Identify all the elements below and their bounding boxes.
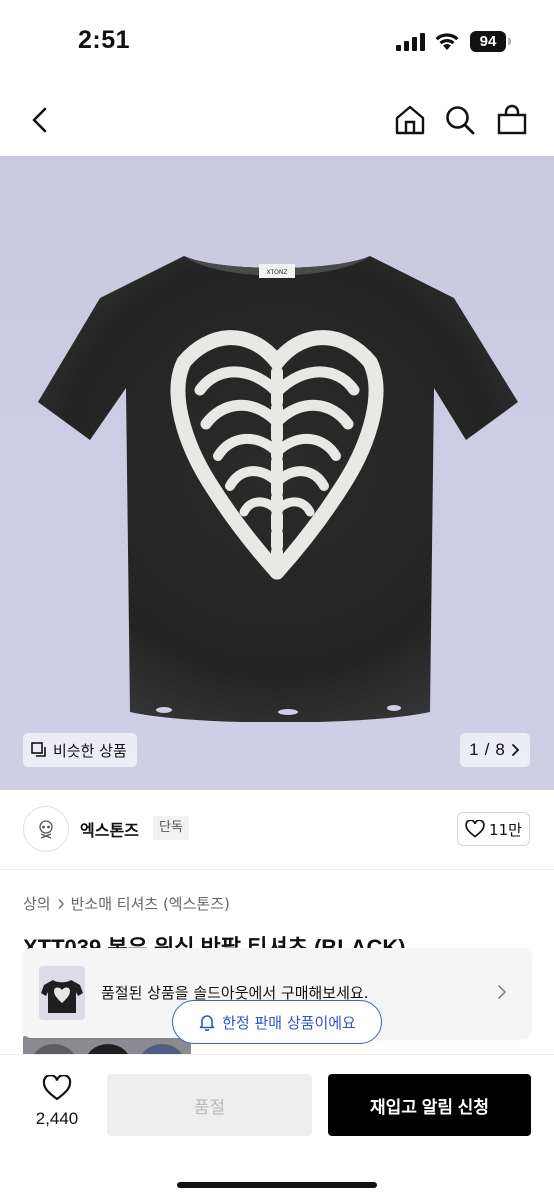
svg-text:XTONZ: XTONZ [267, 269, 288, 276]
store-name[interactable]: 엑스톤즈 [80, 817, 139, 841]
cellular-signal-icon [396, 33, 425, 51]
heart-icon [465, 820, 485, 838]
store-info-row: 엑스톤즈 단독 11만 [0, 790, 554, 870]
pager-current: 1 [469, 740, 479, 759]
battery-indicator: 94 [470, 31, 506, 52]
banner-product-thumbnail [39, 966, 85, 1020]
top-navigation [0, 84, 554, 156]
breadcrumb: 상의 반소매 티셔츠 (엑스톤즈) [23, 893, 230, 914]
heart-icon [42, 1074, 72, 1101]
store-like-count: 11만 [489, 820, 522, 839]
chevron-right-icon [498, 985, 507, 999]
similar-products-label: 비슷한 상품 [53, 741, 127, 760]
pager-separator: / [484, 740, 490, 759]
wishlist-button[interactable]: 2,440 [22, 1074, 92, 1129]
bottom-action-bar: 2,440 품절 재입고 알림 신청 [0, 1054, 554, 1200]
store-like-button[interactable]: 11만 [457, 812, 530, 846]
skull-logo-icon [39, 820, 53, 839]
pager-total: 8 [495, 740, 505, 759]
breadcrumb-item-subcategory[interactable]: 반소매 티셔츠 (엑스톤즈) [71, 893, 230, 914]
soldout-button: 품절 [107, 1074, 312, 1136]
product-detail-page: 2:51 94 XTONZ 비슷한 상품 1 / 8 엑스톤즈 단독 11만 상… [0, 0, 554, 1200]
search-icon[interactable] [444, 104, 476, 136]
similar-products-button[interactable]: 비슷한 상품 [23, 733, 137, 767]
shopping-bag-icon[interactable] [496, 104, 528, 136]
status-time: 2:51 [78, 26, 131, 54]
store-logo[interactable] [23, 806, 69, 852]
bell-icon [199, 1015, 215, 1031]
back-icon[interactable] [24, 104, 56, 136]
battery-tip [508, 38, 511, 45]
restock-alert-button[interactable]: 재입고 알림 신청 [328, 1074, 531, 1136]
tshirt-thumbnail-icon [41, 980, 83, 1013]
chevron-right-icon [511, 744, 520, 756]
similar-products-icon [31, 742, 46, 757]
exclusive-badge: 단독 [153, 816, 189, 840]
product-image: XTONZ [38, 256, 518, 722]
breadcrumb-item-category[interactable]: 상의 [23, 893, 51, 914]
home-indicator[interactable] [177, 1182, 377, 1188]
image-pager[interactable]: 1 / 8 [460, 733, 530, 767]
status-bar: 2:51 94 [0, 0, 554, 84]
wishlist-count: 2,440 [35, 1109, 79, 1128]
home-icon[interactable] [394, 104, 426, 136]
limited-sale-badge: 한정 판매 상품이에요 [172, 1000, 382, 1044]
wifi-icon [435, 33, 459, 50]
chevron-right-icon [58, 898, 64, 909]
product-image-carousel[interactable]: XTONZ 비슷한 상품 1 / 8 [0, 156, 554, 790]
limited-sale-label: 한정 판매 상품이에요 [222, 1013, 356, 1032]
